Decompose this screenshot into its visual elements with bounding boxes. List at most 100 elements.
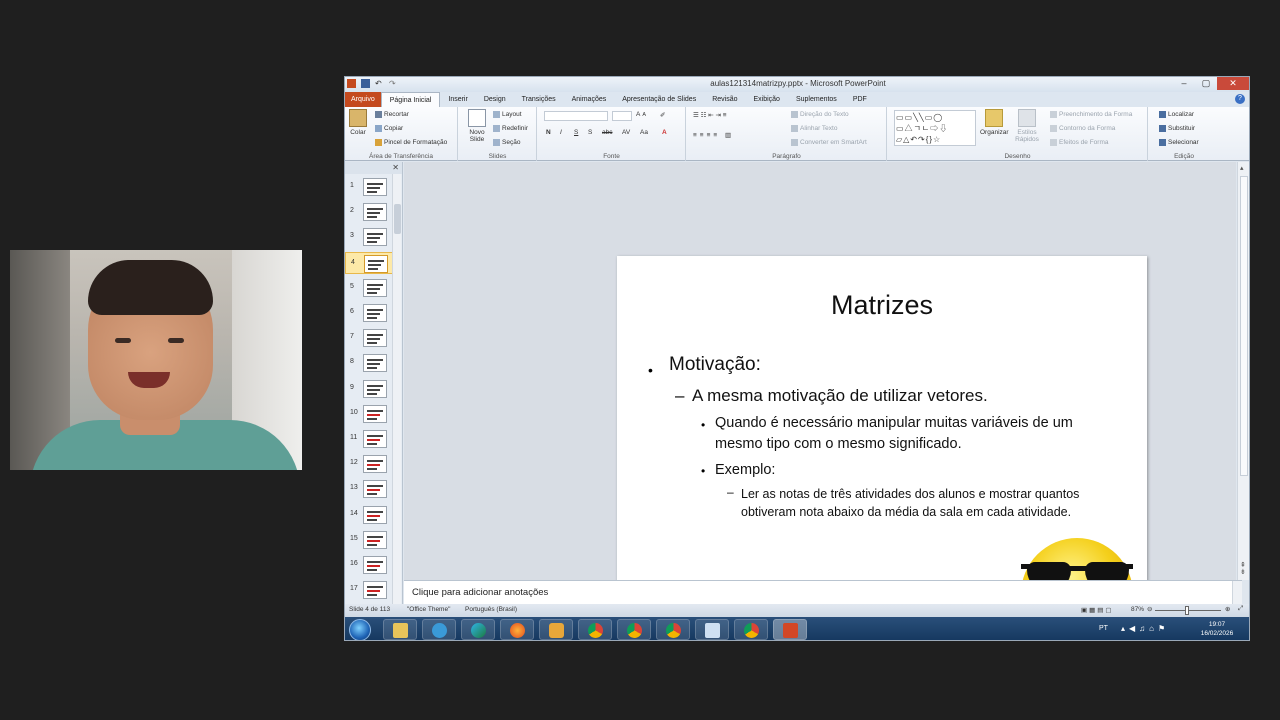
shapes-gallery[interactable]: ▭▭╲╲▭◯ ▭△ㄱㄴ⇨⇩ ▱△↶↷{}☆ bbox=[894, 110, 976, 146]
media-player-taskbar-icon[interactable] bbox=[539, 619, 573, 640]
tab-pdf[interactable]: PDF bbox=[845, 92, 875, 107]
chrome-taskbar-icon[interactable] bbox=[578, 619, 612, 640]
slide-thumbnail[interactable]: 16 bbox=[345, 554, 395, 576]
notes-placeholder[interactable]: Clique para adicionar anotações bbox=[412, 587, 548, 598]
grow-font-icon[interactable]: AA bbox=[636, 111, 646, 118]
bullet-level4-line1[interactable]: Ler as notas de três atividades dos alun… bbox=[741, 485, 1079, 503]
slide-thumbnail[interactable]: 12 bbox=[345, 453, 395, 475]
chrome-taskbar-icon[interactable] bbox=[656, 619, 690, 640]
zoom-slider-thumb[interactable] bbox=[1185, 606, 1189, 615]
shadow-button[interactable]: S bbox=[588, 129, 592, 136]
close-pane-icon[interactable]: ✕ bbox=[392, 163, 399, 172]
start-button[interactable] bbox=[349, 619, 371, 640]
tab-apresentacao[interactable]: Apresentação de Slides bbox=[614, 92, 704, 107]
powerpoint-taskbar-icon[interactable] bbox=[773, 619, 807, 640]
font-color-icon[interactable]: A bbox=[662, 129, 667, 136]
font-size-combo[interactable] bbox=[612, 111, 632, 121]
slide-thumbnail[interactable]: 13 bbox=[345, 478, 395, 500]
bullet-level4-line2[interactable]: obtiveram nota abaixo da média da sala e… bbox=[741, 503, 1071, 521]
shape-effects-button[interactable]: Efeitos de Forma bbox=[1050, 139, 1109, 146]
notepad-taskbar-icon[interactable] bbox=[695, 619, 729, 640]
scroll-up-icon[interactable]: ▴ bbox=[1240, 164, 1244, 172]
italic-button[interactable]: I bbox=[560, 129, 562, 136]
tab-revisao[interactable]: Revisão bbox=[704, 92, 745, 107]
strikethrough-button[interactable]: abc bbox=[602, 129, 612, 136]
thumbnail-scrollbar[interactable] bbox=[392, 174, 401, 604]
zoom-out-icon[interactable]: ⊖ bbox=[1147, 605, 1152, 613]
scroll-thumb[interactable] bbox=[1240, 176, 1248, 476]
bold-button[interactable]: N bbox=[546, 129, 551, 136]
internet-explorer-taskbar-icon[interactable] bbox=[422, 619, 456, 640]
replace-button[interactable]: Substituir bbox=[1159, 125, 1195, 132]
firefox-taskbar-icon[interactable] bbox=[500, 619, 534, 640]
cut-button[interactable]: Recortar bbox=[375, 111, 409, 118]
slide-thumbnail[interactable]: 8 bbox=[345, 352, 395, 374]
slide-thumbnail[interactable]: 2 bbox=[345, 201, 395, 223]
zoom-level[interactable]: 87% bbox=[1131, 606, 1144, 613]
slide-thumbnail[interactable]: 6 bbox=[345, 302, 395, 324]
bullet-level2[interactable]: A mesma motivação de utilizar vetores. bbox=[692, 386, 988, 406]
slide-thumbnail[interactable]: 15 bbox=[345, 529, 395, 551]
editor-vertical-scrollbar[interactable]: ▴ ⇞ ⇟ bbox=[1237, 162, 1249, 580]
tab-transicoes[interactable]: Transições bbox=[514, 92, 564, 107]
section-button[interactable]: Seção bbox=[493, 139, 520, 146]
shape-fill-button[interactable]: Preenchimento da Forma bbox=[1050, 111, 1132, 118]
char-spacing-icon[interactable]: AV bbox=[622, 129, 630, 136]
new-slide-button[interactable]: Novo Slide bbox=[463, 109, 491, 143]
chrome-taskbar-icon[interactable] bbox=[617, 619, 651, 640]
clock[interactable]: 19:07 16/02/2026 bbox=[1197, 620, 1237, 638]
fit-window-icon[interactable]: ⤢ bbox=[1238, 605, 1243, 613]
copy-button[interactable]: Copiar bbox=[375, 125, 403, 132]
chrome-taskbar-icon[interactable] bbox=[734, 619, 768, 640]
arrange-button[interactable]: Organizar bbox=[980, 109, 1009, 136]
tab-pagina-inicial[interactable]: Página Inicial bbox=[380, 92, 441, 107]
slide-thumbnail[interactable]: 17 bbox=[345, 579, 395, 601]
bullet-level3-b[interactable]: Exemplo: bbox=[715, 460, 775, 481]
slide-thumbnail[interactable]: 3 bbox=[345, 226, 395, 248]
maximize-button[interactable]: ▢ bbox=[1195, 77, 1217, 90]
slide-thumbnail[interactable]: 11 bbox=[345, 428, 395, 450]
bullets-icon[interactable]: ☰ ☷ ⇤ ⇥ ≡ bbox=[693, 111, 727, 119]
layout-button[interactable]: Layout bbox=[493, 111, 522, 118]
bullet-level3-a-line2[interactable]: mesmo tipo com o mesmo significado. bbox=[715, 434, 962, 455]
alignment-icons[interactable]: ≡≡≡≡ ▥ bbox=[693, 131, 734, 139]
notes-scrollbar[interactable] bbox=[1232, 581, 1242, 605]
tab-exibicao[interactable]: Exibição bbox=[745, 92, 787, 107]
input-language[interactable]: PT bbox=[1099, 625, 1108, 632]
slide-thumbnail[interactable]: 14 bbox=[345, 504, 395, 526]
tab-inserir[interactable]: Inserir bbox=[440, 92, 475, 107]
close-button[interactable]: ✕ bbox=[1217, 77, 1249, 90]
minimize-button[interactable]: – bbox=[1173, 77, 1195, 90]
change-case-icon[interactable]: Aa bbox=[640, 129, 648, 136]
tab-animacoes[interactable]: Animações bbox=[564, 92, 615, 107]
slide-thumbnail[interactable]: 9 bbox=[345, 378, 395, 400]
zoom-in-icon[interactable]: ⊕ bbox=[1225, 605, 1230, 613]
align-text-button[interactable]: Alinhar Texto bbox=[791, 125, 837, 132]
font-name-combo[interactable] bbox=[544, 111, 608, 121]
explorer-taskbar-icon[interactable] bbox=[383, 619, 417, 640]
slide-title[interactable]: Matrizes bbox=[617, 290, 1147, 321]
tab-arquivo[interactable]: Arquivo bbox=[345, 92, 381, 107]
quick-styles-button[interactable]: Estilos Rápidos bbox=[1014, 109, 1040, 143]
bullet-level3-a-line1[interactable]: Quando é necessário manipular muitas var… bbox=[715, 413, 1073, 434]
tray-icons[interactable]: ▴◀♫⌂⚑ bbox=[1121, 624, 1169, 633]
slide-editing-area[interactable]: Matrizes • Motivação: – A mesma motivaçã… bbox=[404, 162, 1236, 640]
bullet-level1[interactable]: Motivação: bbox=[669, 354, 761, 376]
slide-thumbnail[interactable]: 4 bbox=[345, 251, 395, 274]
reset-button[interactable]: Redefinir bbox=[493, 125, 528, 132]
view-buttons-icon[interactable]: ▣▦▤▢ bbox=[1081, 606, 1114, 614]
tab-design[interactable]: Design bbox=[476, 92, 514, 107]
help-icon[interactable]: ? bbox=[1235, 94, 1245, 104]
find-button[interactable]: Localizar bbox=[1159, 111, 1194, 118]
slide-thumbnail[interactable]: 5 bbox=[345, 277, 395, 299]
slide-nav-arrows-icon[interactable]: ⇞ ⇟ bbox=[1240, 562, 1246, 576]
smartart-button[interactable]: Converter em SmartArt bbox=[791, 139, 867, 146]
slide-thumbnail[interactable]: 10 bbox=[345, 403, 395, 425]
format-painter-button[interactable]: Pincel de Formatação bbox=[375, 139, 447, 146]
paste-button[interactable]: Colar bbox=[349, 109, 367, 136]
language-status[interactable]: Português (Brasil) bbox=[465, 606, 517, 613]
clear-format-icon[interactable]: ✐ bbox=[660, 111, 665, 119]
notes-pane[interactable]: Clique para adicionar anotações bbox=[404, 580, 1242, 605]
edge-taskbar-icon[interactable] bbox=[461, 619, 495, 640]
underline-button[interactable]: S bbox=[574, 129, 578, 136]
